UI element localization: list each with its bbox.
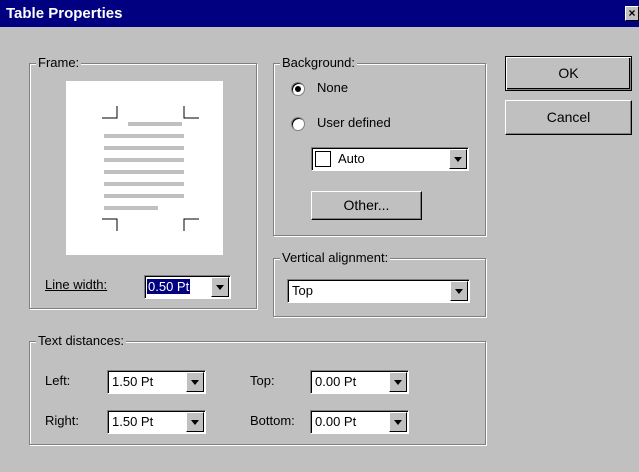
bottom-distance-label: Bottom: — [250, 413, 295, 428]
chevron-down-icon[interactable] — [186, 412, 204, 432]
right-distance-select[interactable]: 1.50 Pt — [107, 410, 206, 434]
table-preview-icon — [102, 106, 199, 231]
dialog-title: Table Properties — [6, 5, 123, 22]
left-distance-label: Left: — [45, 373, 71, 388]
top-distance-select[interactable]: 0.00 Pt — [310, 370, 409, 394]
preview-line — [128, 122, 182, 126]
table-properties-dialog: Table Properties × Frame: Line width: 0.… — [0, 0, 639, 472]
preview-line — [104, 146, 184, 150]
chevron-down-icon[interactable] — [389, 372, 407, 392]
frame-preview — [66, 81, 223, 255]
chevron-down-icon[interactable] — [389, 412, 407, 432]
preview-line — [104, 134, 184, 138]
chevron-down-icon[interactable] — [450, 281, 468, 301]
close-icon: × — [628, 6, 636, 20]
line-width-label: Line width: — [45, 277, 108, 292]
ok-label: OK — [558, 65, 579, 81]
vertical-alignment-legend: Vertical alignment: — [280, 250, 391, 265]
ok-button[interactable]: OK — [505, 56, 632, 91]
cancel-button[interactable]: Cancel — [505, 100, 632, 135]
preview-line — [104, 206, 158, 210]
close-button[interactable]: × — [625, 6, 639, 21]
text-distances-group: Text distances: — [29, 333, 486, 445]
left-distance-select[interactable]: 1.50 Pt — [107, 370, 206, 394]
right-distance-value: 1.50 Pt — [112, 414, 154, 429]
line-width-value: 0.50 Pt — [147, 279, 191, 294]
left-distance-value: 1.50 Pt — [112, 374, 154, 389]
vertical-alignment-value: Top — [292, 283, 313, 298]
chevron-down-icon[interactable] — [186, 372, 204, 392]
line-width-select[interactable]: 0.50 Pt — [144, 275, 231, 299]
chevron-down-icon[interactable] — [449, 149, 467, 169]
top-distance-label: Top: — [250, 373, 275, 388]
other-color-label: Other... — [343, 197, 390, 213]
preview-line — [104, 170, 184, 174]
preview-line — [104, 194, 184, 198]
title-bar[interactable]: Table Properties × — [0, 0, 639, 27]
background-color-value: Auto — [338, 151, 365, 166]
chevron-down-icon[interactable] — [211, 277, 229, 297]
cancel-label: Cancel — [546, 109, 591, 125]
background-none-label[interactable]: None — [317, 80, 348, 95]
right-distance-label: Right: — [45, 413, 79, 428]
vertical-alignment-select[interactable]: Top — [287, 279, 470, 303]
background-user-defined-label[interactable]: User defined — [317, 115, 391, 130]
color-swatch — [315, 151, 331, 167]
preview-line — [104, 158, 184, 162]
top-distance-value: 0.00 Pt — [315, 374, 357, 389]
text-distances-legend: Text distances: — [36, 333, 126, 348]
bottom-distance-value: 0.00 Pt — [315, 414, 357, 429]
background-user-defined-radio[interactable] — [291, 117, 305, 131]
other-color-button[interactable]: Other... — [311, 191, 422, 220]
background-none-radio[interactable] — [291, 82, 305, 96]
frame-legend: Frame: — [36, 55, 82, 70]
preview-line — [104, 182, 184, 186]
background-color-select[interactable]: Auto — [311, 147, 469, 171]
background-legend: Background: — [280, 55, 357, 70]
bottom-distance-select[interactable]: 0.00 Pt — [310, 410, 409, 434]
